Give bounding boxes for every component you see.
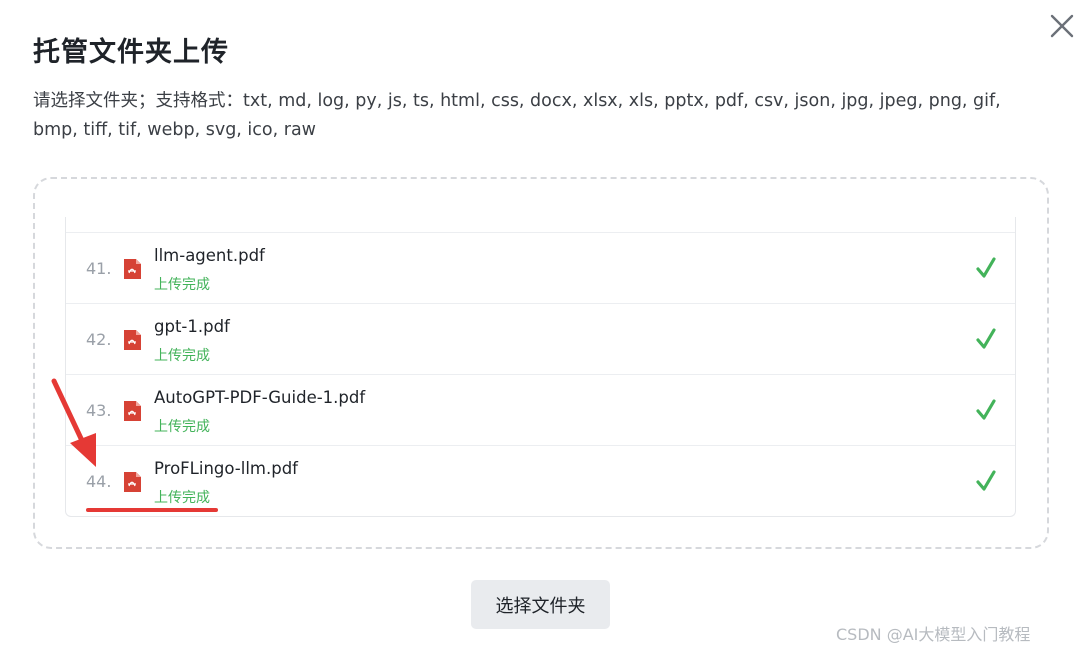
- watermark: CSDN @AI大模型入门教程: [836, 625, 1031, 644]
- close-button[interactable]: [1046, 10, 1078, 42]
- row-index: 41.: [86, 259, 112, 278]
- select-folder-button[interactable]: 选择文件夹: [471, 580, 610, 629]
- row-index: 42.: [86, 330, 112, 349]
- row-index: 44.: [86, 472, 112, 491]
- file-name: llm-agent.pdf: [154, 246, 265, 265]
- list-item: 43. AutoGPT-PDF-Guide-1.pdf 上传完成: [66, 374, 1015, 445]
- file-name: AutoGPT-PDF-Guide-1.pdf: [154, 388, 366, 407]
- supported-formats-description: 请选择文件夹；支持格式：txt, md, log, py, js, ts, ht…: [33, 91, 1001, 140]
- list-item: 44. ProFLingo-llm.pdf 上传完成: [66, 445, 1015, 516]
- pdf-icon: [124, 472, 141, 492]
- check-icon: [976, 399, 996, 420]
- upload-status: 上传完成: [154, 277, 210, 293]
- annotation-underline: [86, 508, 218, 512]
- upload-status: 上传完成: [154, 490, 210, 506]
- pdf-icon: [124, 259, 141, 279]
- check-icon: [976, 470, 996, 491]
- upload-status: 上传完成: [154, 348, 210, 364]
- pdf-icon: [124, 330, 141, 350]
- close-icon: [1050, 14, 1074, 38]
- list-item: 42. gpt-1.pdf 上传完成: [66, 303, 1015, 374]
- check-icon: [976, 328, 996, 349]
- file-name: gpt-1.pdf: [154, 317, 230, 336]
- check-icon: [976, 257, 996, 278]
- dialog-title: 托管文件夹上传: [33, 37, 229, 68]
- upload-dialog: 托管文件夹上传 请选择文件夹；支持格式：txt, md, log, py, js…: [0, 0, 1080, 647]
- file-name: ProFLingo-llm.pdf: [154, 459, 298, 478]
- list-item: 41. llm-agent.pdf 上传完成: [66, 232, 1015, 303]
- pdf-icon: [124, 401, 141, 421]
- uploaded-file-list[interactable]: 41. llm-agent.pdf 上传完成 42. gpt-1.pdf 上传完…: [65, 217, 1016, 517]
- upload-status: 上传完成: [154, 419, 210, 435]
- row-index: 43.: [86, 401, 112, 420]
